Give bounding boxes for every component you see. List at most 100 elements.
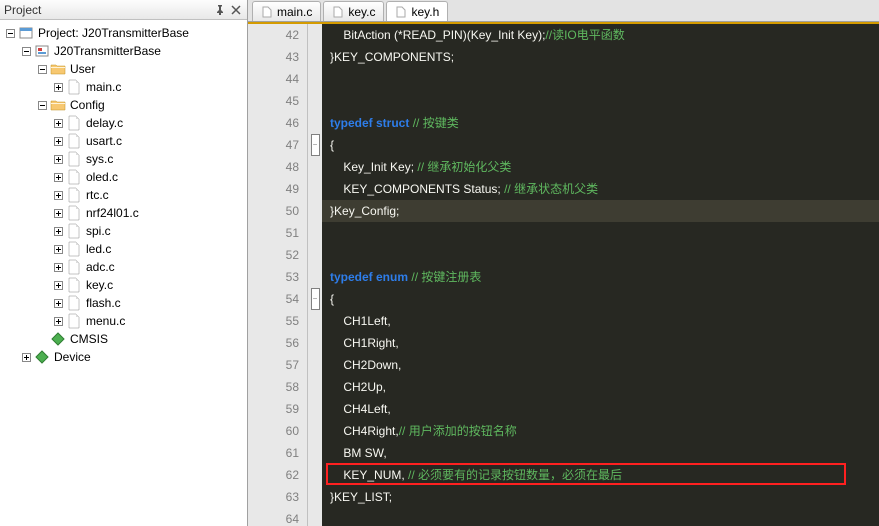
code-line[interactable]: BM SW,: [322, 442, 879, 464]
collapse-icon[interactable]: [36, 63, 48, 75]
code-line[interactable]: {: [322, 134, 879, 156]
tree-file[interactable]: adc.c: [0, 258, 247, 276]
code-line[interactable]: Key_Init Key; // 继承初始化父类: [322, 156, 879, 178]
tree-file[interactable]: oled.c: [0, 168, 247, 186]
expand-icon[interactable]: [52, 117, 64, 129]
code-line[interactable]: BitAction (*READ_PIN)(Key_Init Key);//读I…: [322, 24, 879, 46]
tree-folder-user[interactable]: User: [0, 60, 247, 78]
code-line[interactable]: CH1Right,: [322, 332, 879, 354]
expand-icon[interactable]: [52, 315, 64, 327]
tree-root[interactable]: Project: J20TransmitterBase: [0, 24, 247, 42]
code-line[interactable]: [322, 68, 879, 90]
tree-item-label: sys.c: [86, 152, 113, 166]
tab-label: key.h: [411, 5, 439, 19]
code-line[interactable]: {: [322, 288, 879, 310]
expand-icon[interactable]: [52, 225, 64, 237]
tree-file[interactable]: key.c: [0, 276, 247, 294]
line-number: 62: [248, 464, 299, 486]
editor-tab[interactable]: key.c: [323, 1, 384, 21]
code-line[interactable]: }KEY_COMPONENTS;: [322, 46, 879, 68]
line-number: 63: [248, 486, 299, 508]
editor-tab[interactable]: main.c: [252, 1, 321, 21]
expand-icon[interactable]: [52, 81, 64, 93]
code-line[interactable]: }KEY_LIST;: [322, 486, 879, 508]
tree-file[interactable]: usart.c: [0, 132, 247, 150]
fold-toggle-icon[interactable]: −: [311, 288, 320, 310]
tree-folder-config[interactable]: Config: [0, 96, 247, 114]
code-line[interactable]: typedef enum // 按键注册表: [322, 266, 879, 288]
panel-close-icon[interactable]: [229, 3, 243, 17]
file-icon: [66, 151, 82, 167]
tree-item-label: usart.c: [86, 134, 122, 148]
line-number: 56: [248, 332, 299, 354]
panel-pin-icon[interactable]: [213, 3, 227, 17]
file-icon: [395, 6, 407, 18]
tree-folder-device[interactable]: Device: [0, 348, 247, 366]
tree-item-label: adc.c: [86, 260, 115, 274]
project-panel: Project Project: J20TransmitterBaseJ20Tr…: [0, 0, 248, 526]
tree-file[interactable]: flash.c: [0, 294, 247, 312]
line-number: 53: [248, 266, 299, 288]
collapse-icon[interactable]: [20, 45, 32, 57]
code-line[interactable]: CH4Left,: [322, 398, 879, 420]
line-number: 64: [248, 508, 299, 526]
code-line[interactable]: CH1Left,: [322, 310, 879, 332]
code-editor[interactable]: 4243444546474849505152535455565758596061…: [248, 22, 879, 526]
line-number: 48: [248, 156, 299, 178]
expand-icon[interactable]: [52, 171, 64, 183]
file-icon: [261, 6, 273, 18]
tree-file[interactable]: spi.c: [0, 222, 247, 240]
expand-icon[interactable]: [52, 153, 64, 165]
expand-icon[interactable]: [52, 279, 64, 291]
expand-icon[interactable]: [20, 351, 32, 363]
line-number: 57: [248, 354, 299, 376]
tree-folder-cmsis[interactable]: CMSIS: [0, 330, 247, 348]
code-text-area[interactable]: BitAction (*READ_PIN)(Key_Init Key);//读I…: [322, 24, 879, 526]
tree-file[interactable]: led.c: [0, 240, 247, 258]
collapse-icon[interactable]: [36, 99, 48, 111]
code-line[interactable]: [322, 90, 879, 112]
tree-item-label: key.c: [86, 278, 113, 292]
expand-icon[interactable]: [52, 189, 64, 201]
tree-project[interactable]: J20TransmitterBase: [0, 42, 247, 60]
tree-item-label: nrf24l01.c: [86, 206, 139, 220]
code-line[interactable]: CH2Down,: [322, 354, 879, 376]
fold-toggle-icon[interactable]: −: [311, 134, 320, 156]
line-number: 45: [248, 90, 299, 112]
expand-icon[interactable]: [52, 261, 64, 273]
expand-icon[interactable]: [52, 207, 64, 219]
project-tree[interactable]: Project: J20TransmitterBase J20Transmitte…: [0, 20, 247, 526]
file-icon: [66, 169, 82, 185]
code-line[interactable]: [322, 244, 879, 266]
code-line[interactable]: [322, 222, 879, 244]
expand-icon[interactable]: [52, 135, 64, 147]
tree-file[interactable]: main.c: [0, 78, 247, 96]
file-icon: [66, 223, 82, 239]
code-line[interactable]: }Key_Config;: [322, 200, 879, 222]
line-number: 43: [248, 46, 299, 68]
code-line[interactable]: CH4Right,// 用户添加的按钮名称: [322, 420, 879, 442]
expand-icon[interactable]: [52, 243, 64, 255]
tree-file[interactable]: rtc.c: [0, 186, 247, 204]
line-number: 54: [248, 288, 299, 310]
tree-item-label: Project: J20TransmitterBase: [38, 26, 189, 40]
code-line[interactable]: CH2Up,: [322, 376, 879, 398]
code-line[interactable]: [322, 508, 879, 526]
tree-item-label: User: [70, 62, 95, 76]
tree-item-label: delay.c: [86, 116, 123, 130]
file-icon: [66, 79, 82, 95]
tree-file[interactable]: nrf24l01.c: [0, 204, 247, 222]
tree-item-label: Config: [70, 98, 105, 112]
fold-gutter[interactable]: −−: [308, 24, 322, 526]
tab-label: main.c: [277, 5, 312, 19]
code-line[interactable]: typedef struct // 按键类: [322, 112, 879, 134]
package-icon: [50, 331, 66, 347]
tree-file[interactable]: sys.c: [0, 150, 247, 168]
tree-file[interactable]: menu.c: [0, 312, 247, 330]
collapse-icon[interactable]: [4, 27, 16, 39]
tree-file[interactable]: delay.c: [0, 114, 247, 132]
code-line[interactable]: KEY_COMPONENTS Status; // 继承状态机父类: [322, 178, 879, 200]
code-line[interactable]: KEY_NUM, // 必须要有的记录按钮数量，必须在最后: [322, 464, 879, 486]
editor-tab[interactable]: key.h: [386, 1, 448, 21]
expand-icon[interactable]: [52, 297, 64, 309]
